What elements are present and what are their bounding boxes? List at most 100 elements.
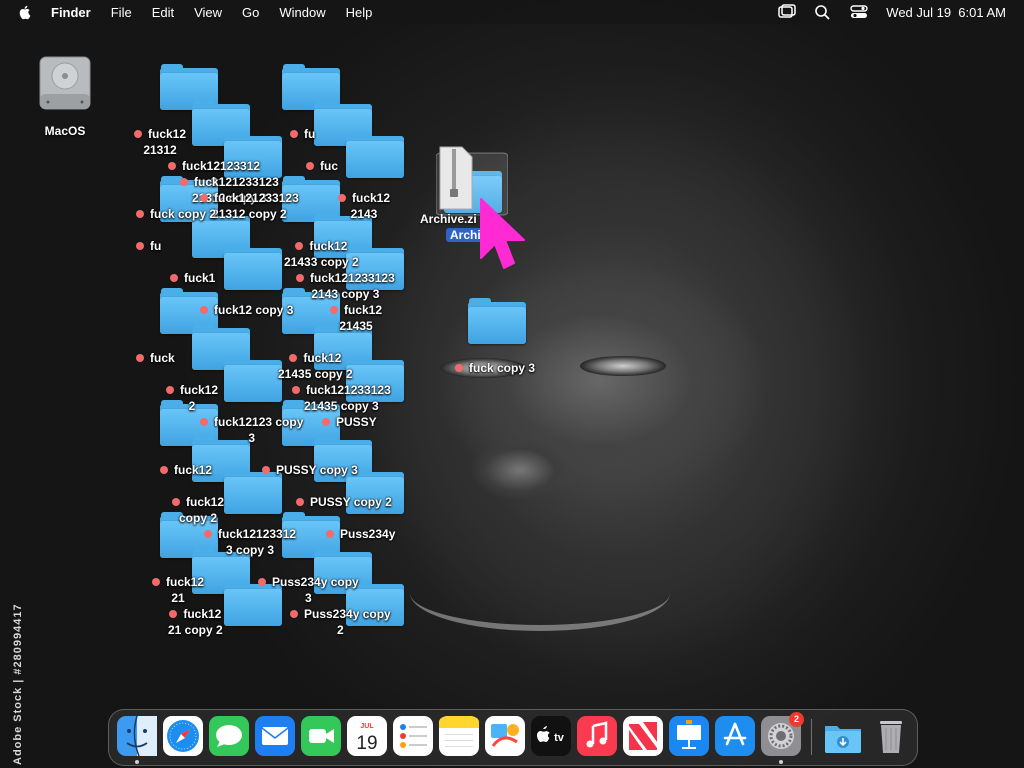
macos-disk-label[interactable]: MacOS <box>36 124 94 138</box>
dock-app-store[interactable] <box>715 716 755 756</box>
red-tag-dot <box>338 194 346 202</box>
folder-label[interactable]: Puss234y copy 2 <box>290 606 391 638</box>
dock-tv[interactable]: tv <box>531 716 571 756</box>
folder-label[interactable]: fuck12 2143 <box>338 190 390 222</box>
dock-calendar[interactable]: JUL 19 <box>347 716 387 756</box>
folder-icon[interactable] <box>346 132 404 178</box>
folder-label[interactable]: fuck12 21 copy 2 <box>168 606 223 638</box>
folder-label-text: fuck1 <box>184 271 216 285</box>
menu-view[interactable]: View <box>194 5 222 20</box>
red-tag-dot <box>258 578 266 586</box>
menu-window[interactable]: Window <box>279 5 325 20</box>
calendar-icon: JUL 19 <box>347 716 387 756</box>
dock-finder[interactable] <box>117 716 157 756</box>
folder-label[interactable]: PUSSY copy 2 <box>296 494 392 510</box>
folder-label-text: fuck12 21435 <box>339 303 383 333</box>
folder-label[interactable]: fuck12 copy 2 <box>172 494 224 526</box>
svg-text:tv: tv <box>554 732 565 744</box>
folder-label[interactable]: fuck12123 copy 3 <box>200 414 303 446</box>
dock-messages[interactable] <box>209 716 249 756</box>
menu-help[interactable]: Help <box>346 5 373 20</box>
finder-icon <box>117 716 157 756</box>
folder-label[interactable]: fuck12 21312 <box>134 126 186 158</box>
wallpaper-right-eye <box>580 356 666 376</box>
pink-cursor-icon <box>480 198 525 269</box>
dock-freeform[interactable] <box>485 716 525 756</box>
folder-icon[interactable] <box>224 244 282 290</box>
menubar-status-area: Wed Jul 19 6:01 AM <box>778 0 1006 24</box>
reminders-icon <box>393 716 433 756</box>
folder-label[interactable]: fuck copy 3 <box>455 360 535 376</box>
dock-mail[interactable] <box>255 716 295 756</box>
app-store-icon <box>715 716 755 756</box>
archive-zip-label[interactable]: Archive.zi <box>420 212 477 226</box>
folder-label[interactable]: fuck12 21435 <box>330 302 382 334</box>
tv-icon: tv <box>531 716 571 756</box>
calendar-day: 19 <box>356 733 377 754</box>
folder-icon[interactable] <box>224 356 282 402</box>
menu-go[interactable]: Go <box>242 5 259 20</box>
macos-disk-icon[interactable] <box>36 54 94 112</box>
red-tag-dot <box>455 364 463 372</box>
folder-label[interactable]: fuck12 copy 3 <box>200 302 293 318</box>
dock-running-indicator <box>135 760 139 764</box>
folder-label-text: PUSSY <box>336 415 377 429</box>
keynote-icon <box>669 716 709 756</box>
folder-icon[interactable] <box>468 298 526 344</box>
folder-label-text: fuck copy 3 <box>469 361 536 375</box>
dock-facetime[interactable] <box>301 716 341 756</box>
red-tag-dot <box>326 530 334 538</box>
screen-mirroring-icon[interactable] <box>778 4 797 20</box>
menubar-clock[interactable]: Wed Jul 19 6:01 AM <box>886 5 1006 20</box>
dock-downloads[interactable] <box>823 716 863 756</box>
control-center-icon[interactable] <box>850 4 868 20</box>
red-tag-dot <box>330 306 338 314</box>
folder-label[interactable]: PUSSY <box>322 414 377 430</box>
menu-edit[interactable]: Edit <box>152 5 174 20</box>
calendar-month: JUL <box>360 723 374 730</box>
folder-label-text: fu <box>304 127 316 141</box>
menu-file[interactable]: File <box>111 5 132 20</box>
folder-label[interactable]: fuck12123312 3 copy 3 <box>204 526 296 558</box>
folder-label[interactable]: fu <box>136 238 161 254</box>
freeform-icon <box>485 716 525 756</box>
menu-app-finder[interactable]: Finder <box>51 5 91 20</box>
apple-menu-icon[interactable] <box>17 4 33 20</box>
folder-label-text: fuck copy 2 <box>150 207 217 221</box>
folder-label[interactable]: fuck12 21433 copy 2 <box>284 238 359 270</box>
red-tag-dot <box>306 162 314 170</box>
folder-label[interactable]: fuck121233123 21435 copy 3 <box>292 382 391 414</box>
folder-label[interactable]: fuck12 <box>160 462 212 478</box>
safari-icon <box>163 716 203 756</box>
dock-reminders[interactable] <box>393 716 433 756</box>
dock-news[interactable] <box>623 716 663 756</box>
folder-label[interactable]: fuck <box>136 350 175 366</box>
dock-keynote[interactable] <box>669 716 709 756</box>
spotlight-icon[interactable] <box>814 4 832 20</box>
folder-label-text: PUSSY copy 2 <box>310 495 392 509</box>
red-tag-dot <box>200 194 208 202</box>
folder-label[interactable]: fuc <box>306 158 338 174</box>
folder-label-text: fuck121233123 2143 copy 3 <box>310 271 395 301</box>
folder-label[interactable]: Puss234y <box>326 526 395 542</box>
dock-safari[interactable] <box>163 716 203 756</box>
red-tag-dot <box>292 386 300 394</box>
folder-label[interactable]: PUSSY copy 3 <box>262 462 358 478</box>
folder-label[interactable]: fuck12 21435 copy 2 <box>278 350 353 382</box>
red-tag-dot <box>136 354 144 362</box>
folder-label[interactable]: Puss234y copy 3 <box>258 574 359 606</box>
folder-label[interactable]: fuck121233123 2143 copy 3 <box>296 270 395 302</box>
dock-music[interactable] <box>577 716 617 756</box>
red-tag-dot <box>200 306 208 314</box>
red-tag-dot <box>289 354 298 362</box>
mail-icon <box>255 716 295 756</box>
folder-label[interactable]: fuck12 2 <box>166 382 218 414</box>
folder-label[interactable]: fuck1 <box>170 270 215 286</box>
dock: JUL 19 tv 2 <box>108 709 918 766</box>
folder-label[interactable]: fuck copy 2 <box>136 206 216 222</box>
dock-trash[interactable] <box>871 716 911 756</box>
dock-notes[interactable] <box>439 716 479 756</box>
folder-label[interactable]: fu <box>290 126 315 142</box>
folder-label[interactable]: fuck12 21 <box>152 574 204 606</box>
folder-label-text: fuck12 <box>174 463 213 477</box>
